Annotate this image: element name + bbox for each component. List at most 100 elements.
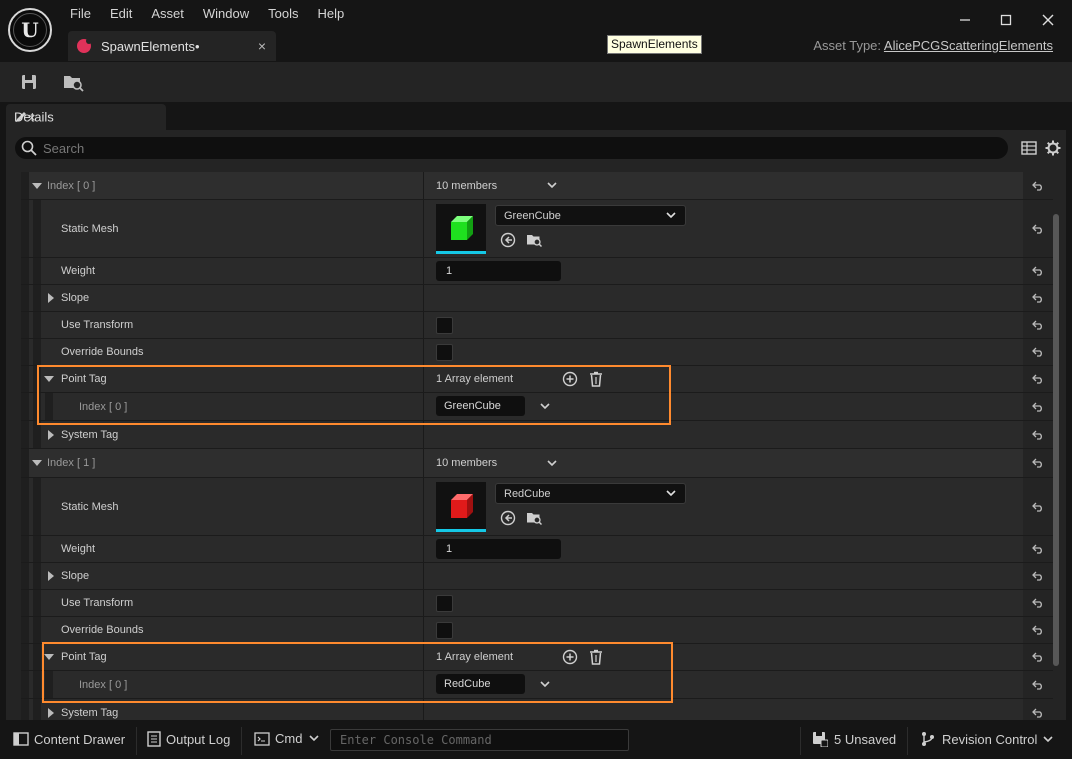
weight-input[interactable]: 1 bbox=[436, 261, 561, 281]
output-log-button[interactable]: Output Log bbox=[147, 731, 230, 747]
use-transform-checkbox[interactable] bbox=[436, 317, 453, 334]
reset-to-default-icon[interactable] bbox=[1023, 285, 1053, 311]
content-drawer-button[interactable]: Content Drawer bbox=[13, 731, 125, 747]
tag-value-input[interactable]: RedCube bbox=[436, 674, 525, 694]
divider bbox=[241, 727, 242, 755]
reset-to-default-icon[interactable] bbox=[1023, 366, 1053, 392]
expand-arrow-icon[interactable] bbox=[44, 654, 54, 660]
mesh-thumbnail[interactable] bbox=[436, 204, 486, 254]
point-tag-row[interactable]: Point Tag 1 Array element bbox=[21, 366, 1053, 393]
system-tag-label: System Tag bbox=[61, 706, 119, 719]
menu-tools[interactable]: Tools bbox=[268, 6, 298, 21]
expand-arrow-icon[interactable] bbox=[48, 293, 54, 303]
content-drawer-icon bbox=[13, 732, 29, 746]
static-mesh-row: Static Mesh RedCube bbox=[21, 478, 1053, 536]
minimize-icon[interactable] bbox=[955, 10, 975, 30]
system-tag-row[interactable]: System Tag bbox=[21, 421, 1053, 449]
search-input[interactable] bbox=[43, 140, 943, 156]
weight-label: Weight bbox=[61, 265, 96, 277]
chevron-down-icon[interactable] bbox=[539, 679, 551, 691]
array-index-row[interactable]: Index [ 1 ] 10 members bbox=[21, 449, 1053, 478]
mesh-picker-combo[interactable]: RedCube bbox=[495, 483, 686, 504]
array-element-count: 1 Array element bbox=[436, 651, 514, 663]
menu-window[interactable]: Window bbox=[203, 6, 249, 21]
array-index-row[interactable]: Index [ 0 ] 10 members bbox=[21, 172, 1053, 200]
terminal-icon bbox=[254, 731, 270, 746]
browse-asset-icon[interactable] bbox=[526, 510, 542, 526]
expand-arrow-icon[interactable] bbox=[44, 376, 54, 382]
reset-to-default-icon[interactable] bbox=[1023, 449, 1053, 477]
browse-to-asset-icon[interactable] bbox=[60, 70, 86, 94]
use-selected-asset-icon[interactable] bbox=[500, 510, 516, 526]
expand-arrow-icon[interactable] bbox=[48, 429, 54, 440]
override-bounds-checkbox[interactable] bbox=[436, 622, 453, 639]
weight-input[interactable]: 1 bbox=[436, 539, 561, 559]
mesh-name: RedCube bbox=[504, 488, 551, 500]
reset-to-default-icon[interactable] bbox=[1023, 671, 1053, 698]
table-view-icon[interactable] bbox=[1020, 139, 1038, 157]
console-input[interactable] bbox=[331, 730, 628, 750]
reset-to-default-icon[interactable] bbox=[1023, 393, 1053, 420]
use-transform-row: Use Transform bbox=[21, 590, 1053, 617]
index-label: Index [ 0 ] bbox=[47, 179, 96, 192]
reset-to-default-icon[interactable] bbox=[1023, 478, 1053, 535]
chevron-down-icon[interactable] bbox=[539, 401, 551, 413]
asset-editor-tab[interactable]: SpawnElements• × bbox=[68, 31, 276, 61]
system-tag-row[interactable]: System Tag bbox=[21, 699, 1053, 720]
close-window-icon[interactable] bbox=[1038, 10, 1058, 30]
reset-to-default-icon[interactable] bbox=[1023, 200, 1053, 257]
point-tag-row[interactable]: Point Tag 1 Array element bbox=[21, 644, 1053, 671]
tag-value-input[interactable]: GreenCube bbox=[436, 396, 525, 416]
expand-arrow-icon[interactable] bbox=[32, 460, 42, 466]
unreal-logo[interactable]: U bbox=[8, 8, 52, 52]
expand-arrow-icon[interactable] bbox=[32, 182, 42, 189]
expand-arrow-icon[interactable] bbox=[48, 571, 54, 581]
menu-asset[interactable]: Asset bbox=[151, 6, 184, 21]
slope-row[interactable]: Slope bbox=[21, 285, 1053, 312]
browse-asset-icon[interactable] bbox=[526, 232, 542, 248]
console-command-field[interactable] bbox=[330, 729, 629, 751]
log-icon bbox=[147, 731, 161, 747]
point-tag-label: Point Tag bbox=[61, 373, 107, 385]
reset-to-default-icon[interactable] bbox=[1023, 339, 1053, 365]
details-tab[interactable]: Details × bbox=[6, 104, 166, 130]
expand-arrow-icon[interactable] bbox=[48, 707, 54, 718]
panel-tab-row: Details × bbox=[0, 102, 1072, 130]
vertical-scrollbar[interactable] bbox=[1053, 214, 1059, 666]
menu-help[interactable]: Help bbox=[317, 6, 344, 21]
mesh-picker-combo[interactable]: GreenCube bbox=[495, 205, 686, 226]
reset-to-default-icon[interactable] bbox=[1023, 258, 1053, 284]
asset-type-link[interactable]: AlicePCGScatteringElements bbox=[884, 38, 1053, 53]
add-element-icon[interactable] bbox=[562, 371, 578, 387]
chevron-down-icon[interactable] bbox=[546, 457, 558, 469]
unsaved-button[interactable]: 5 Unsaved bbox=[812, 731, 896, 747]
save-icon[interactable] bbox=[16, 70, 42, 94]
menu-file[interactable]: File bbox=[70, 6, 91, 21]
reset-to-default-icon[interactable] bbox=[1023, 699, 1053, 720]
close-tab-icon[interactable]: × bbox=[258, 38, 266, 54]
use-transform-checkbox[interactable] bbox=[436, 595, 453, 612]
override-bounds-checkbox[interactable] bbox=[436, 344, 453, 361]
use-selected-asset-icon[interactable] bbox=[500, 232, 516, 248]
trash-icon[interactable] bbox=[588, 371, 604, 387]
maximize-icon[interactable] bbox=[996, 10, 1016, 30]
slope-label: Slope bbox=[61, 292, 90, 304]
slope-row[interactable]: Slope bbox=[21, 563, 1053, 590]
menu-edit[interactable]: Edit bbox=[110, 6, 132, 21]
add-element-icon[interactable] bbox=[562, 649, 578, 665]
reset-to-default-icon[interactable] bbox=[1023, 590, 1053, 616]
reset-to-default-icon[interactable] bbox=[1023, 536, 1053, 562]
reset-to-default-icon[interactable] bbox=[1023, 312, 1053, 338]
reset-to-default-icon[interactable] bbox=[1023, 617, 1053, 643]
cmd-dropdown[interactable]: Cmd bbox=[254, 731, 320, 746]
mesh-thumbnail[interactable] bbox=[436, 482, 486, 532]
reset-to-default-icon[interactable] bbox=[1023, 421, 1053, 448]
search-bar[interactable] bbox=[15, 137, 1008, 159]
chevron-down-icon[interactable] bbox=[546, 180, 558, 192]
reset-to-default-icon[interactable] bbox=[1023, 563, 1053, 589]
settings-gear-icon[interactable] bbox=[1044, 139, 1062, 157]
reset-to-default-icon[interactable] bbox=[1023, 172, 1053, 199]
revision-control-button[interactable]: Revision Control bbox=[920, 731, 1053, 747]
reset-to-default-icon[interactable] bbox=[1023, 644, 1053, 670]
trash-icon[interactable] bbox=[588, 649, 604, 665]
